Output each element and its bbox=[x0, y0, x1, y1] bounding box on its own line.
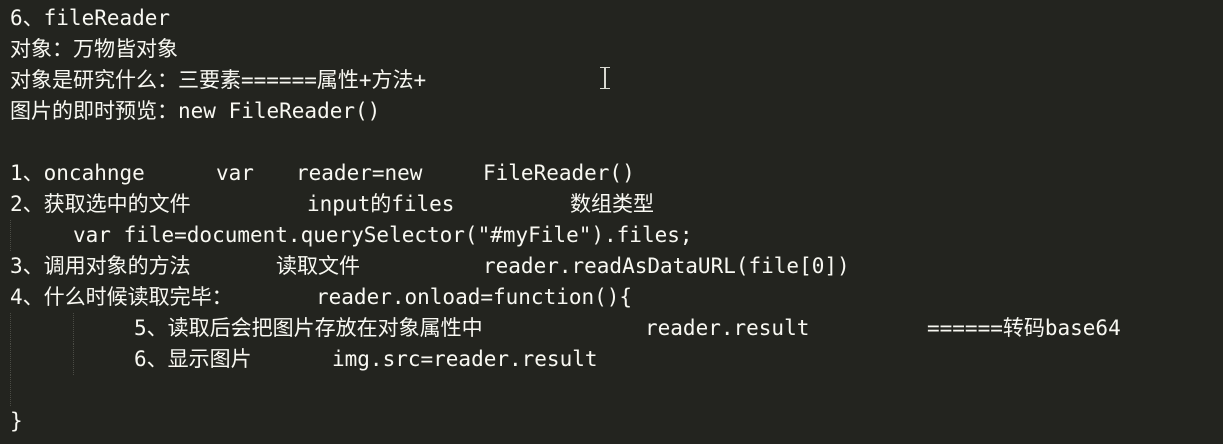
code-text: 4、什么时候读取完毕： bbox=[10, 285, 233, 309]
code-text: reader.result bbox=[645, 316, 810, 340]
code-text: FileReader() bbox=[483, 161, 635, 185]
code-line: 对象：万物皆对象 bbox=[0, 34, 1223, 65]
code-line: 4、什么时候读取完毕： reader.onload=function(){ bbox=[0, 282, 1223, 313]
code-text: 3、调用对象的方法 bbox=[10, 254, 191, 278]
code-text: 对象是研究什么：三要素======属性+方法+ bbox=[10, 68, 427, 92]
code-text: input的files bbox=[307, 192, 455, 216]
code-text: var bbox=[216, 161, 254, 185]
code-text: ======转码base64 bbox=[927, 316, 1121, 340]
code-text: reader.onload=function(){ bbox=[316, 285, 633, 309]
code-line: 5、读取后会把图片存放在对象属性中 reader.result ======转码… bbox=[0, 313, 1223, 344]
code-line: 6、fileReader bbox=[0, 3, 1223, 34]
text-cursor-ibeam-icon bbox=[598, 66, 612, 92]
code-text: 读取文件 bbox=[276, 254, 360, 278]
code-line: 6、显示图片 img.src=reader.result bbox=[0, 344, 1223, 375]
indent-guide bbox=[10, 220, 12, 251]
code-text: img.src=reader.result bbox=[332, 347, 598, 371]
indent-guide bbox=[10, 344, 12, 375]
code-text: 6、fileReader bbox=[10, 6, 171, 30]
code-text: reader=new bbox=[296, 161, 423, 185]
code-text: var file=document.querySelector("#myFile… bbox=[73, 223, 693, 247]
code-line: 3、调用对象的方法 读取文件 reader.readAsDataURL(file… bbox=[0, 251, 1223, 282]
code-text: 图片的即时预览：new FileReader() bbox=[10, 99, 381, 123]
code-text: 5、读取后会把图片存放在对象属性中 bbox=[134, 316, 483, 340]
indent-guide bbox=[73, 344, 75, 375]
code-text: reader.readAsDataURL(file[0]) bbox=[483, 254, 850, 278]
indent-guide bbox=[10, 313, 12, 344]
code-line-empty bbox=[0, 375, 1223, 406]
code-line: 1、oncahnge var reader=new FileReader() bbox=[0, 158, 1223, 189]
code-line: var file=document.querySelector("#myFile… bbox=[0, 220, 1223, 251]
indent-guide bbox=[73, 313, 75, 344]
code-text: 2、获取选中的文件 bbox=[10, 192, 191, 216]
code-text: 数组类型 bbox=[570, 192, 654, 216]
code-editor[interactable]: 6、fileReader 对象：万物皆对象 对象是研究什么：三要素======属… bbox=[0, 0, 1223, 444]
code-line: 2、获取选中的文件 input的files 数组类型 bbox=[0, 189, 1223, 220]
indent-guide bbox=[10, 375, 12, 406]
code-text: } bbox=[10, 409, 23, 433]
code-text: 6、显示图片 bbox=[134, 347, 252, 371]
code-line: } bbox=[0, 406, 1223, 437]
code-text: 对象：万物皆对象 bbox=[10, 37, 178, 61]
code-line: 图片的即时预览：new FileReader() bbox=[0, 96, 1223, 127]
code-text: 1、oncahnge bbox=[10, 161, 145, 185]
